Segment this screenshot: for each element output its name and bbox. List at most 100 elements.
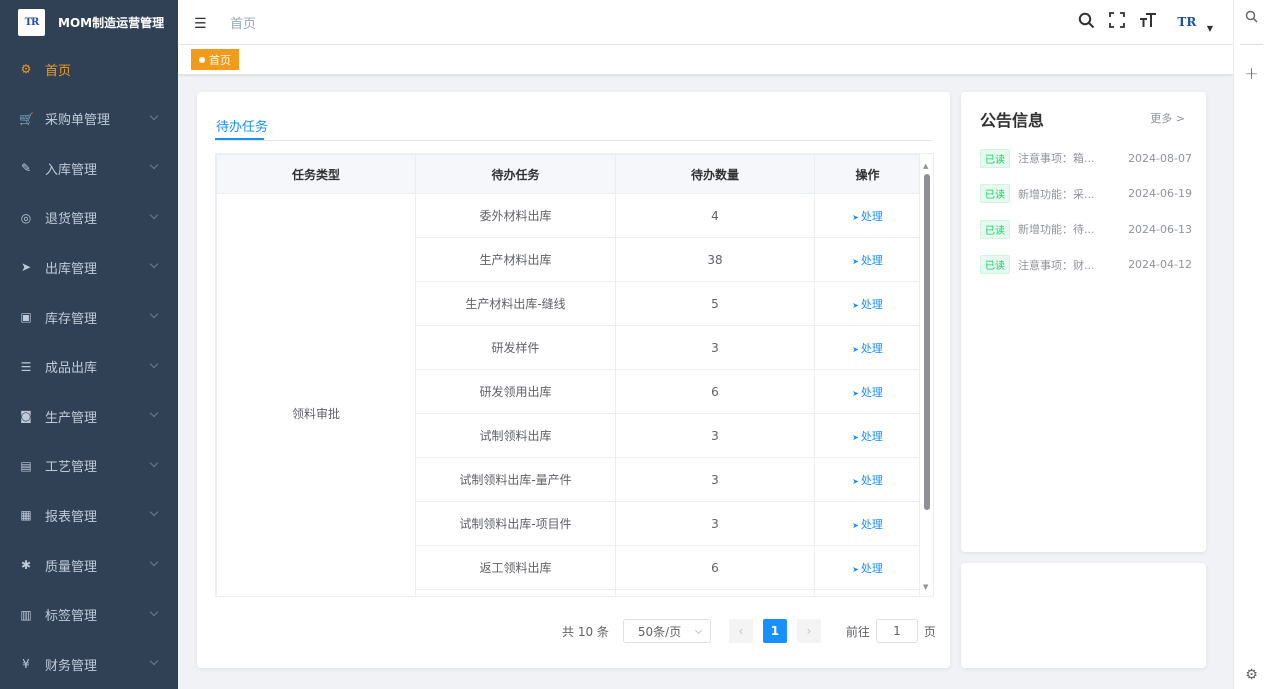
chevron-down-icon xyxy=(149,607,159,616)
read-status-badge: 已读 xyxy=(980,219,1010,239)
process-button[interactable]: ➤ 处理 xyxy=(852,298,883,311)
page-size-select[interactable]: 50条/页 xyxy=(622,619,711,643)
send-icon: ➤ xyxy=(852,344,859,354)
action-cell: ➤ 处理 xyxy=(814,237,921,282)
tags-view: 首页 xyxy=(178,45,1233,74)
process-button[interactable]: ➤ 处理 xyxy=(852,430,883,443)
sidebar-item-9[interactable]: ▦ 报表管理 xyxy=(0,490,178,540)
task-name-cell: 生产材料出库 xyxy=(415,237,616,282)
action-cell: ➤ 处理 xyxy=(814,545,921,590)
process-label: 处理 xyxy=(860,341,883,355)
caret-down-icon[interactable]: ▼ xyxy=(1207,24,1213,33)
notice-date: 2024-06-13 xyxy=(1128,222,1192,236)
plus-icon[interactable]: + xyxy=(1234,64,1268,84)
notice-date: 2024-08-07 xyxy=(1128,151,1192,165)
process-icon: ▤ xyxy=(20,458,32,473)
process-button[interactable]: ➤ 处理 xyxy=(852,342,883,355)
sidebar-item-7[interactable]: ◙ 生产管理 xyxy=(0,391,178,441)
page-size-value: 50条/页 xyxy=(637,624,682,639)
notice-item[interactable]: 已读 注意事项：财... 2024-04-12 xyxy=(980,255,1192,274)
task-count-cell: 5 xyxy=(615,281,815,326)
send-icon: ➤ xyxy=(20,260,32,275)
notice-item[interactable]: 已读 新增功能：采... 2024-06-19 xyxy=(980,184,1192,203)
sidebar-item-label: 采购单管理 xyxy=(45,113,111,129)
sidebar-item-label: 退货管理 xyxy=(45,212,98,228)
sidebar-item-5[interactable]: ▣ 库存管理 xyxy=(0,292,178,342)
sidebar-item-6[interactable]: ☰ 成品出库 xyxy=(0,342,178,392)
monitor-icon: ▣ xyxy=(20,310,32,324)
chevron-down-icon xyxy=(149,210,159,220)
todo-table: 任务类型 待办任务 待办数量 操作 领料审批 委外材料出库 4 ➤ 处理 生产材料出库 38… xyxy=(215,153,934,597)
empty-cell xyxy=(814,589,921,596)
process-label: 处理 xyxy=(860,253,883,267)
notice-item[interactable]: 已读 注意事项：箱... 2024-08-07 xyxy=(980,148,1192,168)
task-name-cell: 试制领料出库-量产件 xyxy=(415,457,616,502)
task-count-cell: 3 xyxy=(615,457,815,502)
sidebar-item-4[interactable]: ➤ 出库管理 xyxy=(0,242,178,292)
search-icon[interactable] xyxy=(1078,12,1095,33)
sidebar-item-0[interactable]: ⚙ 首页 xyxy=(0,44,178,94)
dashboard-icon: ⚙ xyxy=(20,62,32,76)
scroll-up-icon[interactable]: ▲ xyxy=(923,162,928,170)
read-status-badge: 已读 xyxy=(980,255,1010,274)
table-scrollbar[interactable]: ▲ ▼ xyxy=(919,154,933,596)
process-button[interactable]: ➤ 处理 xyxy=(852,518,883,531)
sidebar-item-1[interactable]: 🛒 采购单管理 xyxy=(0,94,178,144)
notice-text: 新增功能：采... xyxy=(1018,187,1095,201)
search-icon[interactable] xyxy=(1234,10,1268,27)
bug-icon: ✱ xyxy=(20,558,32,572)
scroll-thumb[interactable] xyxy=(924,174,930,510)
chevron-down-icon xyxy=(149,656,159,666)
process-label: 处理 xyxy=(860,297,883,311)
list-icon: ☰ xyxy=(20,359,32,374)
process-button[interactable]: ➤ 处理 xyxy=(852,386,883,399)
sidebar-item-12[interactable]: ¥ 财务管理 xyxy=(0,639,178,689)
gear-icon[interactable]: ⚙ xyxy=(1234,667,1268,683)
process-label: 处理 xyxy=(860,385,883,399)
sidebar-item-8[interactable]: ▤ 工艺管理 xyxy=(0,441,178,491)
fullscreen-icon[interactable] xyxy=(1108,12,1125,32)
scroll-down-icon[interactable]: ▼ xyxy=(923,583,928,591)
chevron-down-icon xyxy=(149,458,159,468)
task-name-cell: 试制领料出库 xyxy=(415,413,616,458)
prev-page-button[interactable]: ‹ xyxy=(728,619,753,643)
process-button[interactable]: ➤ 处理 xyxy=(852,254,883,267)
action-cell: ➤ 处理 xyxy=(814,413,921,458)
send-icon: ➤ xyxy=(852,212,859,222)
process-button[interactable]: ➤ 处理 xyxy=(852,562,883,575)
tag-icon: ▥ xyxy=(20,607,32,622)
tab-todo[interactable]: 待办任务 xyxy=(216,116,268,135)
font-size-icon[interactable] xyxy=(1139,12,1157,32)
notice-item[interactable]: 已读 新增功能：待... 2024-06-13 xyxy=(980,219,1192,239)
next-page-button[interactable]: › xyxy=(796,619,821,643)
goto-page-input[interactable]: 1 xyxy=(875,619,918,643)
page-number-current[interactable]: 1 xyxy=(762,619,787,643)
user-avatar[interactable]: TR xyxy=(1171,11,1203,33)
empty-cell xyxy=(415,589,616,596)
top-navbar: ☰ 首页 TR ▼ xyxy=(178,0,1233,45)
send-icon: ➤ xyxy=(852,300,859,310)
app-logo-area[interactable]: TR MOM制造运营管理 xyxy=(0,0,178,44)
sidebar-item-11[interactable]: ▥ 标签管理 xyxy=(0,590,178,640)
task-count-cell: 4 xyxy=(615,193,815,238)
notice-more-link[interactable]: 更多 > xyxy=(1150,110,1185,126)
task-count-cell: 3 xyxy=(615,325,815,370)
table-header-row: 任务类型 待办任务 待办数量 操作 xyxy=(216,154,921,194)
process-button[interactable]: ➤ 处理 xyxy=(852,210,883,223)
process-label: 处理 xyxy=(860,517,883,531)
app-title: MOM制造运营管理 xyxy=(58,15,165,30)
process-button[interactable]: ➤ 处理 xyxy=(852,474,883,487)
sidebar-item-10[interactable]: ✱ 质量管理 xyxy=(0,540,178,590)
breadcrumb[interactable]: 首页 xyxy=(230,13,256,32)
sidebar-item-label: 首页 xyxy=(45,63,72,79)
tag-home[interactable]: 首页 xyxy=(191,49,239,70)
action-cell: ➤ 处理 xyxy=(814,325,921,370)
page-suffix: 页 xyxy=(923,624,936,639)
menu-fold-icon[interactable]: ☰ xyxy=(194,16,207,32)
read-status-badge: 已读 xyxy=(980,184,1010,203)
sidebar-item-3[interactable]: ◎ 退货管理 xyxy=(0,193,178,243)
chevron-down-icon xyxy=(149,557,159,567)
task-count-cell: 6 xyxy=(615,369,815,414)
process-label: 处理 xyxy=(860,209,883,223)
sidebar-item-2[interactable]: ✎ 入库管理 xyxy=(0,143,178,193)
